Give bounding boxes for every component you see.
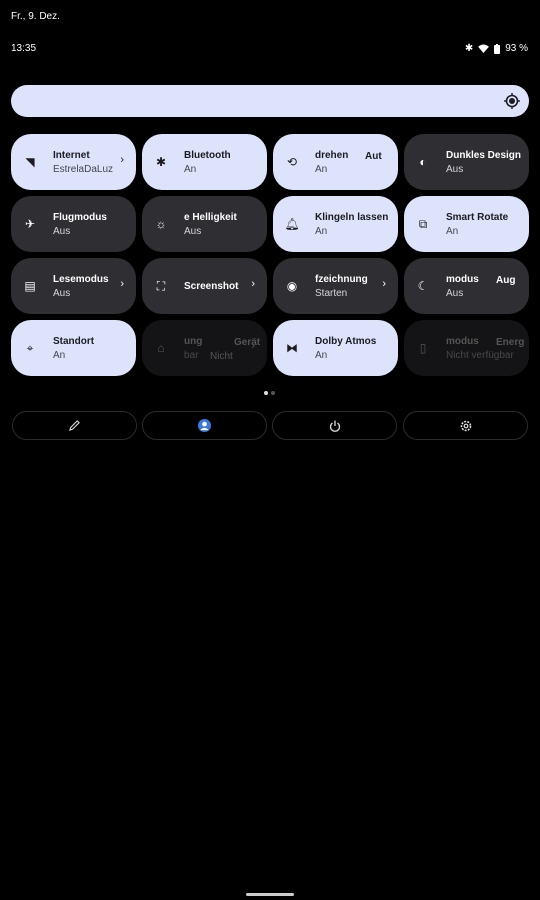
tile-bell[interactable]: 🔔︎ Klingeln lassen An [273,196,398,252]
tile-subtitle: Nicht verfügbar [446,349,514,361]
tile-auto-brightness[interactable]: ☼ e Helligkeit Aus [142,196,267,252]
tile-title-scroll: Aug [496,275,516,286]
chevron-right-icon: › [251,340,255,352]
wifi-icon [478,44,490,53]
tile-title: Flugmodus [53,211,107,223]
status-icons: ✱ 93 % [465,43,528,54]
reading-mode-icon: ▤ [24,279,36,293]
settings-button[interactable] [403,411,528,440]
tile-subtitle: Aus [446,287,464,299]
tile-battery-saver[interactable]: ▯ modus Nicht verfügbar Energ [404,320,529,376]
bell-icon: 🔔︎ [284,217,300,231]
power-icon [329,420,340,432]
chevron-right-icon: › [120,278,124,290]
battery-saver-icon: ▯ [419,341,427,355]
tile-smart-rotate[interactable]: ⧉ Smart Rotate An [404,196,529,252]
dark-theme-icon: ◐ [419,155,427,169]
battery-percent: 93 % [505,43,528,54]
bluetooth-icon: ✱ [155,155,167,169]
chevron-right-icon: › [251,278,255,290]
tile-moon[interactable]: ☾ modus Aus Aug [404,258,529,314]
tile-title-scroll: Gerät [234,337,261,348]
tile-auto-rotate[interactable]: ⟲ drehen An Aut [273,134,398,190]
user-icon [198,419,211,432]
edit-icon [69,420,80,431]
bluetooth-icon: ✱ [464,43,474,54]
tile-title: drehen [315,149,349,161]
navigation-handle[interactable] [246,893,294,896]
status-time: 13:35 [11,43,37,54]
tile-screen-record[interactable]: ◉ fzeichnung Starten › [273,258,398,314]
tile-location[interactable]: ⌖ Standort An [11,320,136,376]
tile-title: Bluetooth [184,149,231,161]
tile-subtitle-scroll: Nicht [210,351,233,362]
tile-subtitle: An [184,163,197,175]
screenshot-icon: ⛶ [156,278,166,293]
tile-screenshot[interactable]: ⛶ Screenshot › [142,258,267,314]
chevron-right-icon: › [120,154,124,166]
home-icon: ⌂ [157,341,165,355]
tile-title: modus [446,273,479,285]
edit-button[interactable] [12,411,137,440]
battery-icon [494,43,501,54]
tile-title-scroll: Energ [496,337,525,348]
tile-title: e Helligkeit [184,211,237,223]
auto-rotate-icon: ⟲ [286,155,298,169]
user-button[interactable] [142,411,267,440]
settings-icon [460,420,471,431]
tile-subtitle: An [315,163,328,175]
tile-subtitle: An [53,349,66,361]
auto-brightness-icon: ☼ [155,217,167,231]
tile-bluetooth[interactable]: ✱ Bluetooth An [142,134,267,190]
tile-wifi[interactable]: ◥ Internet EstrelaDaLuz › [11,134,136,190]
tile-title: Dolby Atmos [315,335,377,347]
status-date: Fr., 9. Dez. [11,11,60,22]
tile-title: Klingeln lassen [315,211,389,223]
tile-subtitle: An [315,349,328,361]
chevron-right-icon: › [382,278,386,290]
moon-icon: ☾ [417,279,429,293]
dolby-icon: ⧓ [286,341,298,355]
page-dot [264,391,268,395]
tile-title: Smart Rotate [446,211,509,223]
tile-subtitle: An [315,225,328,237]
page-indicator [264,391,275,395]
brightness-slider[interactable] [11,85,529,117]
tile-airplane[interactable]: ✈ Flugmodus Aus [11,196,136,252]
tile-reading-mode[interactable]: ▤ Lesemodus Aus › [11,258,136,314]
tile-dark-theme[interactable]: ◐ Dunkles Design Aus [404,134,529,190]
smart-rotate-icon: ⧉ [418,216,428,231]
wifi-icon: ◥ [25,155,35,169]
tile-title: Standort [53,335,95,347]
location-icon: ⌖ [26,340,34,355]
airplane-icon: ✈ [24,217,36,231]
tile-title: Dunkles Design [446,149,522,161]
tile-subtitle: Aus [184,225,202,237]
tile-home[interactable]: ⌂ ung bar Gerät Nicht › [142,320,267,376]
screen-record-icon: ◉ [286,279,298,293]
power-button[interactable] [272,411,397,440]
tile-subtitle: Aus [446,163,464,175]
page-dot [271,391,275,395]
tile-subtitle: Aus [53,225,71,237]
tile-dolby[interactable]: ⧓ Dolby Atmos An [273,320,398,376]
tile-subtitle: An [446,225,459,237]
tile-title-scroll: Aut [365,151,382,162]
brightness-icon [504,93,520,109]
